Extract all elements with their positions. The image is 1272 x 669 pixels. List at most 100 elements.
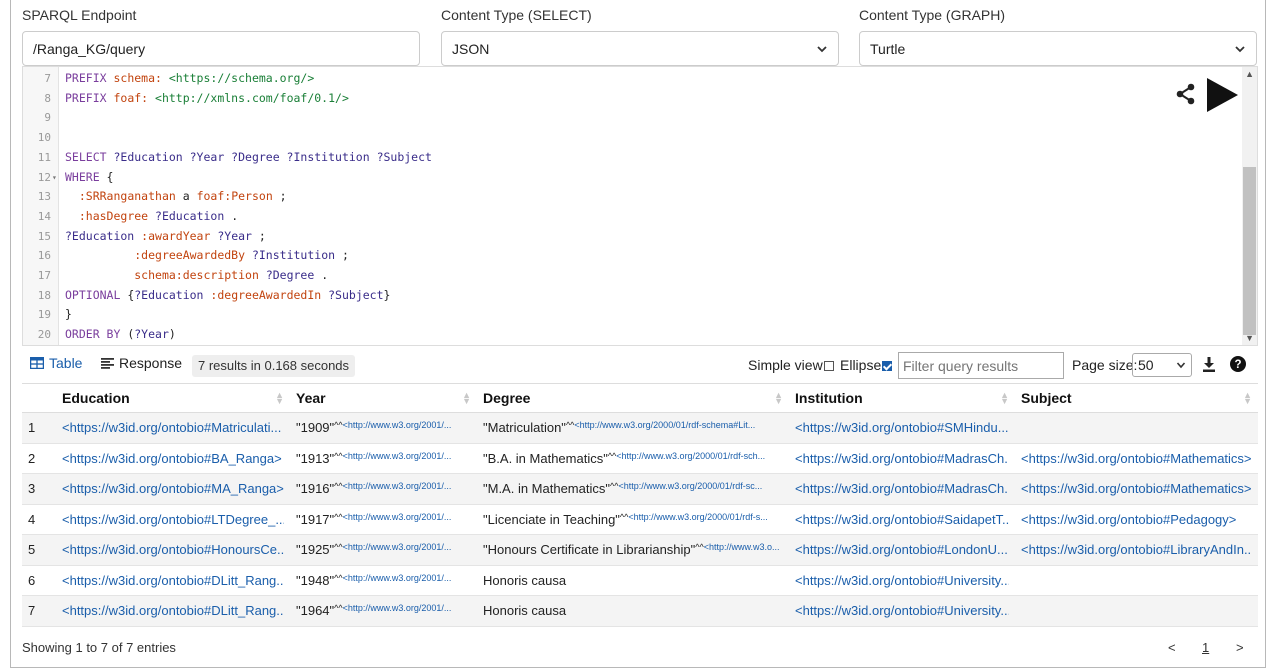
code-line[interactable]: 8 PREFIX foaf: <http://xmlns.com/foaf/0.1… — [23, 89, 1203, 109]
select-content-type-dropdown[interactable]: JSON — [441, 31, 839, 66]
year-datatype-link[interactable]: <http://www.w3.org/2001/... — [343, 420, 452, 430]
institution-link[interactable]: <https://w3id.org/ontobio#SMHindu... — [795, 420, 1009, 435]
endpoint-input[interactable]: /Ranga_KG/query — [22, 31, 420, 66]
query-editor[interactable]: 7 PREFIX schema: <https://schema.org/> 8 PR… — [22, 66, 1258, 346]
table-row: 1 <https://w3id.org/ontobio#Matriculati..… — [22, 412, 1258, 444]
degree-cell: Honoris causa — [477, 565, 789, 596]
education-link[interactable]: <https://w3id.org/ontobio#MA_Ranga> — [62, 481, 284, 496]
code-line[interactable]: 17 schema:description ?Degree . — [23, 266, 1203, 286]
share-icon[interactable] — [1175, 83, 1197, 105]
help-icon[interactable]: ? — [1230, 356, 1246, 372]
institution-link[interactable]: <https://w3id.org/ontobio#SaidapetT... — [795, 512, 1009, 527]
code-line[interactable]: 13 :SRRanganathan a foaf:Person ; — [23, 187, 1203, 207]
year-datatype-link[interactable]: <http://www.w3.org/2001/... — [343, 603, 452, 613]
code-token: <http://xmlns.com/foaf/0.1/> — [155, 90, 349, 105]
degree-datatype-link[interactable]: <http://www.w3.org/2000/01/rdf-sch... — [616, 451, 765, 461]
institution-link[interactable]: <https://w3id.org/ontobio#MadrasCh... — [795, 451, 1009, 466]
degree-datatype-link[interactable]: <http://www.w3.org/2000/01/rdf-schema#Li… — [574, 420, 755, 430]
education-link[interactable]: <https://w3id.org/ontobio#DLitt_Rang... — [62, 573, 284, 588]
sort-icon[interactable]: ▲ ▼ — [1000, 391, 1009, 406]
editor-scrollbar[interactable]: ▲ ▼ — [1242, 67, 1257, 345]
code-line[interactable]: 19} — [23, 305, 1203, 325]
row-number: 4 — [28, 511, 36, 527]
year-datatype-link[interactable]: <http://www.w3.org/2001/... — [343, 512, 452, 522]
code-line[interactable]: 16 :degreeAwardedBy ?Institution ; — [23, 246, 1203, 266]
simple-view-checkbox[interactable] — [823, 361, 834, 372]
code-line[interactable]: 12 ▾ WHERE { — [23, 168, 1203, 188]
ellipse-checkbox[interactable] — [882, 361, 893, 372]
education-cell: <https://w3id.org/ontobio#BA_Ranga> — [56, 443, 290, 474]
sort-icon[interactable]: ▲ ▼ — [462, 391, 471, 406]
code-line[interactable]: 10 — [23, 128, 1203, 148]
education-link[interactable]: <https://w3id.org/ontobio#HonoursCe... — [62, 542, 284, 557]
year-datatype-link[interactable]: <http://www.w3.org/2001/... — [343, 573, 452, 583]
row-number-cell: 5 — [22, 534, 56, 566]
scroll-up-icon[interactable]: ▲ — [1245, 69, 1254, 79]
code-line[interactable]: 7 PREFIX schema: <https://schema.org/> — [23, 69, 1203, 89]
code-line[interactable]: 18 OPTIONAL {?Education :degreeAwardedIn … — [23, 286, 1203, 306]
table-row: 2 <https://w3id.org/ontobio#BA_Ranga> "191… — [22, 443, 1258, 474]
download-icon[interactable] — [1202, 357, 1216, 372]
subject-link[interactable]: <https://w3id.org/ontobio#Pedagogy> — [1021, 512, 1236, 527]
subject-link[interactable]: <https://w3id.org/ontobio#LibraryAndIn..… — [1021, 542, 1252, 557]
pagination-page-1[interactable]: 1 — [1202, 640, 1209, 655]
code-line[interactable]: 14 :hasDegree ?Education . — [23, 207, 1203, 227]
column-header-education[interactable]: Education ▲ ▼ — [56, 383, 290, 413]
sort-icon[interactable]: ▲ ▼ — [1243, 391, 1252, 406]
code-token: SELECT — [65, 149, 114, 164]
pagination-next[interactable]: > — [1236, 640, 1244, 655]
code-line[interactable]: 20 ORDER BY (?Year) — [23, 325, 1203, 345]
sort-icon[interactable]: ▲ ▼ — [774, 391, 783, 406]
code-line[interactable]: 15 ?Education :awardYear ?Year ; — [23, 227, 1203, 247]
year-datatype-link[interactable]: <http://www.w3.org/2001/... — [343, 481, 452, 491]
degree-datatype-link[interactable]: <http://www.w3.org/2000/01/rdf-s... — [628, 512, 767, 522]
sort-icon[interactable]: ▲ ▼ — [275, 391, 284, 406]
code-line[interactable]: 11 SELECT ?Education ?Year ?Degree ?Insti… — [23, 148, 1203, 168]
degree-literal: "B.A. in Mathematics" — [483, 450, 608, 466]
education-link[interactable]: <https://w3id.org/ontobio#Matriculati... — [62, 420, 281, 435]
degree-datatype-link[interactable]: <http://www.w3.org/2000/01/rdf-sc... — [618, 481, 762, 491]
datatype-separator: ^^ — [334, 450, 343, 461]
line-number: 16 — [37, 249, 51, 263]
education-link[interactable]: <https://w3id.org/ontobio#DLitt_Rang... — [62, 603, 284, 618]
column-header-degree[interactable]: Degree ▲ ▼ — [477, 383, 789, 413]
results-toolbar: Table Response 7 results in 0.168 second… — [22, 352, 1258, 379]
institution-link[interactable]: <https://w3id.org/ontobio#MadrasCh... — [795, 481, 1009, 496]
line-number: 18 — [37, 288, 51, 302]
subject-link[interactable]: <https://w3id.org/ontobio#Mathematics> — [1021, 481, 1252, 496]
year-cell: "1916"^^<http://www.w3.org/2001/... — [290, 473, 477, 505]
code-token: :degreeAwardedIn — [210, 287, 329, 302]
column-header-institution[interactable]: Institution ▲ ▼ — [789, 383, 1015, 413]
select-content-type-value: JSON — [452, 40, 490, 57]
year-datatype-link[interactable]: <http://www.w3.org/2001/... — [343, 542, 452, 552]
institution-link[interactable]: <https://w3id.org/ontobio#LondonU... — [795, 542, 1008, 557]
tab-response[interactable]: Response — [101, 355, 182, 371]
column-header-year[interactable]: Year ▲ ▼ — [290, 383, 477, 413]
filter-results-input[interactable] — [898, 352, 1064, 379]
code-token: ?Institution — [251, 248, 342, 263]
fold-toggle-icon[interactable]: ▾ — [52, 168, 57, 188]
page-size-select[interactable]: 50 — [1132, 353, 1192, 377]
simple-view-toggle[interactable]: Simple view — [748, 357, 834, 373]
tab-table[interactable]: Table — [30, 355, 82, 371]
subject-link[interactable]: <https://w3id.org/ontobio#Mathematics> — [1021, 451, 1252, 466]
run-query-button[interactable] — [1205, 77, 1239, 113]
pagination-prev[interactable]: < — [1168, 640, 1176, 655]
year-datatype-link[interactable]: <http://www.w3.org/2001/... — [343, 451, 452, 461]
code-token: { — [106, 169, 114, 184]
degree-cell: "Licenciate in Teaching"^^<http://www.w3… — [477, 504, 789, 535]
column-header-subject[interactable]: Subject ▲ ▼ — [1015, 383, 1258, 413]
scrollbar-thumb[interactable] — [1243, 167, 1256, 335]
institution-link[interactable]: <https://w3id.org/ontobio#University... — [795, 603, 1009, 618]
line-number: 15 — [37, 229, 51, 243]
education-link[interactable]: <https://w3id.org/ontobio#BA_Ranga> — [62, 451, 282, 466]
ellipse-toggle[interactable]: Ellipse — [840, 357, 893, 373]
scroll-down-icon[interactable]: ▼ — [1245, 333, 1254, 343]
table-row: 5 <https://w3id.org/ontobio#HonoursCe... "… — [22, 534, 1258, 566]
degree-datatype-link[interactable]: <http://www.w3.o... — [704, 542, 780, 552]
graph-content-type-dropdown[interactable]: Turtle — [859, 31, 1257, 66]
institution-link[interactable]: <https://w3id.org/ontobio#University... — [795, 573, 1009, 588]
degree-literal: "Licenciate in Teaching" — [483, 511, 620, 527]
education-link[interactable]: <https://w3id.org/ontobio#LTDegree_... — [62, 512, 284, 527]
code-line[interactable]: 9 — [23, 108, 1203, 128]
